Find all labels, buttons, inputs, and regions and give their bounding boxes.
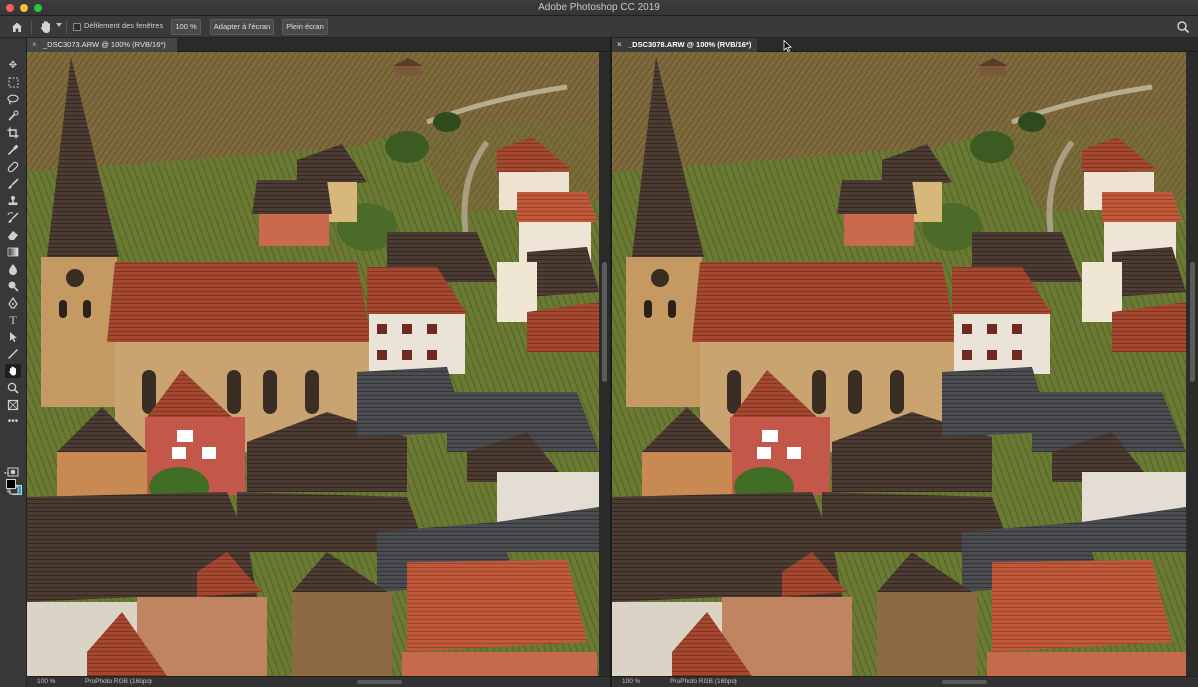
eraser-icon[interactable]: [5, 228, 21, 242]
close-tab-icon[interactable]: ×: [32, 38, 37, 52]
frame-icon[interactable]: [5, 398, 21, 412]
document-window-right: × _DSC3078.ARW @ 100% (RVB/16*) 100 % Pr…: [612, 38, 1198, 687]
status-bar: 100 % ProPhoto RGB (16bpc) ›: [27, 676, 610, 687]
document-canvas[interactable]: [27, 52, 599, 676]
marquee-icon[interactable]: [5, 75, 21, 89]
zoom-icon[interactable]: [5, 381, 21, 395]
scroll-all-windows-checkbox[interactable]: [73, 23, 81, 31]
arrow-icon[interactable]: [5, 330, 21, 344]
type-icon[interactable]: T: [5, 313, 21, 327]
eyedropper-icon[interactable]: [5, 143, 21, 157]
status-menu-chevron-right-icon[interactable]: ›: [149, 678, 151, 685]
document-tab-active[interactable]: × _DSC3078.ARW @ 100% (RVB/16*): [612, 38, 757, 52]
document-tab-label: _DSC3078.ARW @ 100% (RVB/16*): [628, 40, 752, 49]
status-menu-chevron-right-icon[interactable]: ›: [734, 678, 736, 685]
foreground-color-swatch[interactable]: [6, 479, 16, 489]
color-profile: ProPhoto RGB (16bpc): [85, 678, 152, 685]
hand-icon[interactable]: [38, 19, 54, 35]
horizontal-scrollbar-thumb[interactable]: [942, 680, 987, 684]
home-icon[interactable]: [10, 20, 24, 34]
stamp-icon[interactable]: [5, 194, 21, 208]
crop-icon[interactable]: [5, 126, 21, 140]
brush-icon[interactable]: [5, 177, 21, 191]
village-photo: [27, 52, 599, 676]
document-canvas[interactable]: [612, 52, 1186, 676]
document-tab-label: _DSC3073.ARW @ 100% (RVB/16*): [43, 40, 166, 49]
divider: [31, 20, 32, 34]
vertical-scrollbar[interactable]: [599, 52, 610, 676]
scrollbar-thumb[interactable]: [602, 262, 607, 382]
color-profile: ProPhoto RGB (16bpc): [670, 678, 737, 685]
line-icon[interactable]: [5, 347, 21, 361]
pen-icon[interactable]: [5, 296, 21, 310]
document-tab[interactable]: × _DSC3073.ARW @ 100% (RVB/16*): [27, 38, 177, 52]
document-window-left: × _DSC3073.ARW @ 100% (RVB/16*) 100 % Pr…: [27, 38, 610, 687]
lasso-icon[interactable]: [5, 92, 21, 106]
tools-panel: ✥ T ••• ▪▫: [0, 38, 27, 687]
mouse-pointer-icon: [783, 40, 792, 52]
search-icon[interactable]: [1176, 20, 1190, 34]
quick-mask-icon[interactable]: [5, 465, 21, 479]
close-tab-icon[interactable]: ×: [617, 38, 622, 52]
ellipsis-icon[interactable]: •••: [5, 415, 21, 429]
vertical-scrollbar[interactable]: [1187, 52, 1198, 676]
tool-preset-chevron-down-icon[interactable]: [56, 23, 62, 27]
fill-screen-button[interactable]: Plein écran: [282, 19, 328, 35]
options-bar: Défilement des fenêtres 100 % Adapter à …: [0, 16, 1198, 38]
hand-tool-icon[interactable]: [5, 364, 21, 378]
scrollbar-thumb[interactable]: [1190, 262, 1195, 382]
move-icon[interactable]: ✥: [5, 59, 21, 73]
bandage-icon[interactable]: [5, 160, 21, 174]
drop-icon[interactable]: [5, 262, 21, 276]
quick-selection-icon[interactable]: [5, 109, 21, 123]
gradient-icon[interactable]: [5, 245, 21, 259]
history-brush-icon[interactable]: [5, 211, 21, 225]
title-bar: Adobe Photoshop CC 2019: [0, 0, 1198, 16]
village-photo: [612, 52, 1186, 676]
document-tab-bar: × _DSC3073.ARW @ 100% (RVB/16*): [27, 38, 610, 52]
zoom-100-button[interactable]: 100 %: [171, 19, 201, 35]
fit-screen-button[interactable]: Adapter à l'écran: [210, 19, 274, 35]
dodge-icon[interactable]: [5, 279, 21, 293]
zoom-level[interactable]: 100 %: [37, 678, 55, 685]
document-tab-bar: × _DSC3078.ARW @ 100% (RVB/16*): [612, 38, 1198, 52]
status-bar: 100 % ProPhoto RGB (16bpc) ›: [612, 676, 1198, 687]
app-title: Adobe Photoshop CC 2019: [538, 2, 660, 13]
scroll-all-windows-label: Défilement des fenêtres: [84, 21, 164, 30]
horizontal-scrollbar-thumb[interactable]: [357, 680, 402, 684]
divider: [66, 20, 67, 34]
zoom-level[interactable]: 100 %: [622, 678, 640, 685]
